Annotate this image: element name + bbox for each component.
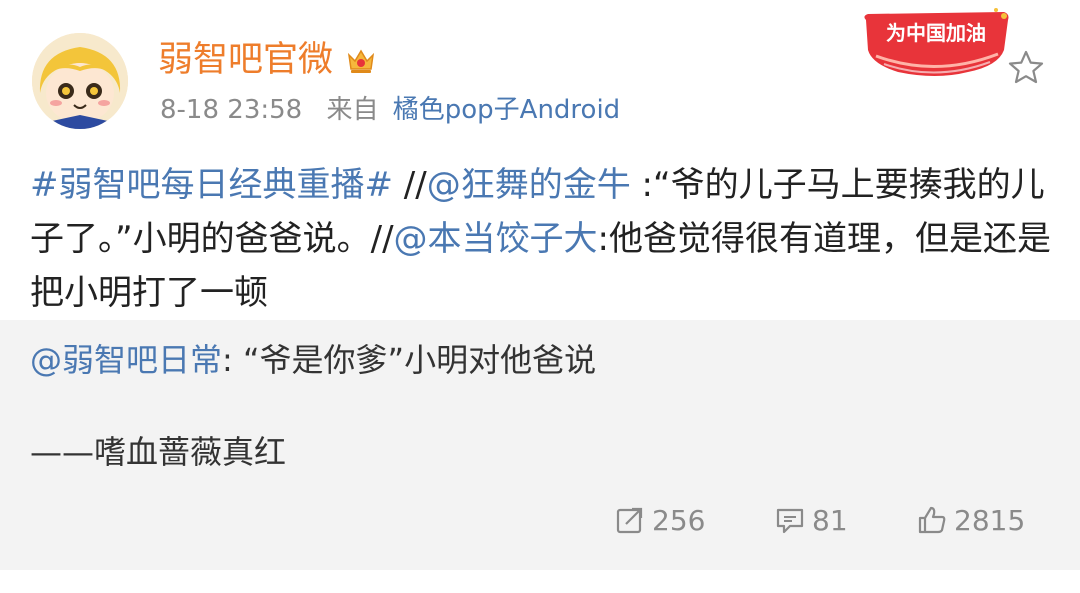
badge-text: 为中国加油 <box>886 21 986 45</box>
username[interactable]: 弱智吧官微 <box>158 38 377 82</box>
post-meta: 8-18 23:58 来自 橘色pop子Android <box>160 92 620 128</box>
vip-crown-icon[interactable] <box>345 44 377 76</box>
post-time: 8-18 23:58 <box>160 95 303 125</box>
mention-link[interactable]: @狂舞的金牛 <box>427 165 631 205</box>
retweet-content: : “爷是你爹”小明对他爸说 <box>222 341 597 379</box>
topic-link[interactable]: #弱智吧每日经典重播# <box>30 165 393 205</box>
china-cheer-badge: 为中国加油 <box>858 6 1014 84</box>
like-count: 2815 <box>954 503 1026 537</box>
post-source[interactable]: 橘色pop子Android <box>393 95 620 125</box>
weibo-post-card: 弱智吧官微 8-18 23:58 来自 橘色pop子Android 为中国加油 <box>0 0 1080 593</box>
avatar-image <box>32 33 128 129</box>
content-sep: // <box>392 165 427 205</box>
mention-link[interactable]: @本当饺子大 <box>394 219 598 259</box>
retweet-block[interactable]: @弱智吧日常: “爷是你爹”小明对他爸说 ——嗜血蔷薇真红 256 81 281… <box>0 320 1080 570</box>
retweet-mention[interactable]: @弱智吧日常 <box>30 341 222 379</box>
like-button[interactable]: 2815 <box>916 500 1025 540</box>
from-label: 来自 <box>326 95 379 125</box>
username-text[interactable]: 弱智吧官微 <box>158 38 333 82</box>
repost-icon <box>616 507 643 534</box>
like-icon <box>918 506 946 534</box>
star-icon[interactable] <box>1006 48 1046 88</box>
comment-count: 81 <box>812 503 848 537</box>
comment-button[interactable]: 81 <box>774 500 848 540</box>
avatar[interactable] <box>32 33 128 129</box>
repost-button[interactable]: 256 <box>614 500 705 540</box>
retweet-signature: ——嗜血蔷薇真红 <box>30 433 287 471</box>
comment-icon <box>776 508 804 534</box>
post-content: #弱智吧每日经典重播# //@狂舞的金牛 :“爷的儿子马上要揍我的儿子了。”小明… <box>30 158 1055 320</box>
repost-count: 256 <box>652 503 706 537</box>
retweet-text: @弱智吧日常: “爷是你爹”小明对他爸说 <box>30 336 596 384</box>
